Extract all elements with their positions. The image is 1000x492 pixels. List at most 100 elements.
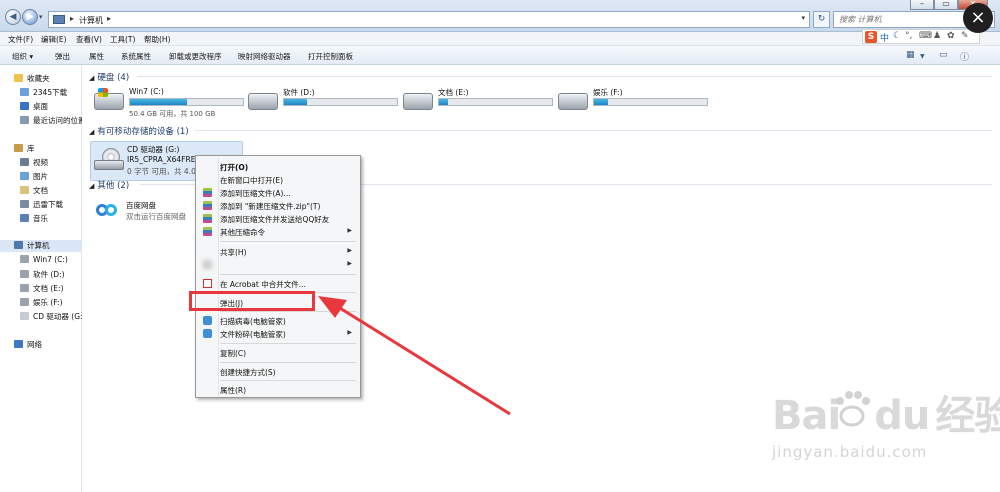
eject-button[interactable]: 弹出 <box>55 51 70 62</box>
skin-icon[interactable]: ✿ <box>947 31 955 41</box>
menu-tools[interactable]: 工具(T) <box>110 34 135 45</box>
cd-size: 0 字节 可用，共 4.02 <box>127 167 201 176</box>
group-other[interactable]: ◢ 其他 (2) <box>89 179 129 191</box>
menu-create-shortcut[interactable]: 创建快捷方式(S) <box>198 365 358 378</box>
baidu-netdisk[interactable]: 百度网盘 双击运行百度网盘 <box>96 198 206 223</box>
menu-open-new-window[interactable]: 在新窗口中打开(E) <box>198 173 358 186</box>
command-bar: 组织 ▾ 弹出 属性 系统属性 卸载或更改程序 映射网络驱动器 打开控制面板 ▦… <box>0 46 1000 65</box>
menu-separator <box>220 311 356 312</box>
maximize-button[interactable]: ▭ <box>934 0 958 10</box>
view-options-icon[interactable]: ▦ <box>906 50 915 60</box>
address-dropdown-icon[interactable]: ▾ <box>801 14 805 22</box>
nav-item-f[interactable]: 娱乐 (F:) <box>20 297 63 309</box>
menu-separator <box>220 343 356 344</box>
ime-toolbar[interactable]: S 中 ☾ °, ⌨ ♟ ✿ ✎ <box>862 29 980 44</box>
keyboard-icon[interactable]: ⌨ <box>919 31 932 41</box>
drive-usage-fill <box>594 99 608 105</box>
ime-mode[interactable]: 中 <box>880 31 889 44</box>
uninstall-button[interactable]: 卸载或更改程序 <box>169 51 222 62</box>
preview-pane-icon[interactable]: ▭ <box>939 50 948 60</box>
pictures-icon <box>20 172 29 180</box>
submenu-arrow-icon: ▶ <box>347 227 352 234</box>
group-divider <box>137 76 992 77</box>
nav-item-music[interactable]: 音乐 <box>20 213 48 225</box>
wrench-icon[interactable]: ✎ <box>961 31 969 41</box>
nav-network[interactable]: 网络 <box>14 339 42 351</box>
nav-item-c[interactable]: Win7 (C:) <box>20 255 68 267</box>
punctuation-icon[interactable]: °, <box>905 31 912 41</box>
cd-drive-icon <box>94 148 124 170</box>
moon-icon[interactable]: ☾ <box>893 31 901 41</box>
user-icon[interactable]: ♟ <box>933 31 941 41</box>
nav-item-thunder[interactable]: 迅雷下载 <box>20 199 63 211</box>
system-properties-button[interactable]: 系统属性 <box>121 51 151 62</box>
organize-button[interactable]: 组织 ▾ <box>12 51 33 62</box>
chevron-right-icon[interactable]: ▸ <box>107 14 111 23</box>
menu-add-send-qq[interactable]: 添加到压缩文件并发送给QQ好友 <box>198 212 358 225</box>
nav-item-2345[interactable]: 2345下载 <box>20 87 67 99</box>
menu-blurred-item[interactable]: ▶ <box>198 258 358 271</box>
group-hard-disks[interactable]: ◢ 硬盘 (4) <box>89 71 129 83</box>
baidu-netdisk-icon <box>96 200 118 218</box>
collapse-icon[interactable]: ◢ <box>89 128 94 136</box>
menu-share[interactable]: 共享(H) ▶ <box>198 245 358 258</box>
drive-f[interactable]: 娱乐 (F:) <box>558 87 718 127</box>
highlight-box <box>189 291 315 311</box>
drive-e[interactable]: 文档 (E:) <box>403 87 563 127</box>
chevron-down-icon[interactable]: ▼ <box>920 53 925 60</box>
control-panel-button[interactable]: 打开控制面板 <box>308 51 353 62</box>
nav-item-documents[interactable]: 文档 <box>20 185 48 197</box>
breadcrumb-computer[interactable]: 计算机 <box>79 15 103 26</box>
nav-item-recent[interactable]: 最近访问的位置 <box>20 115 86 127</box>
submenu-arrow-icon: ▶ <box>347 329 352 336</box>
menu-copy[interactable]: 复制(C) <box>198 346 358 359</box>
map-drive-button[interactable]: 映射网络驱动器 <box>238 51 291 62</box>
menu-help[interactable]: 帮助(H) <box>144 34 171 45</box>
menu-other-compress[interactable]: 其他压缩命令 ▶ <box>198 225 358 238</box>
drive-usage-fill <box>439 99 449 105</box>
paw-icon <box>836 391 870 427</box>
menu-file[interactable]: 文件(F) <box>8 34 33 45</box>
group-removable[interactable]: ◢ 有可移动存储的设备 (1) <box>89 125 189 137</box>
back-button[interactable]: ◀ <box>5 9 21 25</box>
drive-usage-fill <box>130 99 187 105</box>
minimize-button[interactable]: – <box>910 0 934 10</box>
menu-separator <box>220 362 356 363</box>
recent-pages-dropdown[interactable]: ▾ <box>39 13 43 21</box>
drive-d[interactable]: 软件 (D:) <box>248 87 408 127</box>
drive-c[interactable]: Win7 (C:) 50.4 GB 可用，共 100 GB <box>94 87 254 127</box>
collapse-icon[interactable]: ◢ <box>89 182 94 190</box>
menu-file-shred[interactable]: 文件粉碎(电脑管家) ▶ <box>198 327 358 340</box>
nav-computer[interactable]: 计算机 <box>0 240 81 252</box>
forward-button[interactable]: ▶ <box>22 9 38 25</box>
help-icon[interactable]: ⓘ <box>960 50 969 63</box>
menu-view[interactable]: 查看(V) <box>76 34 102 45</box>
cd-drive-name: CD 驱动器 (G:) <box>127 145 180 154</box>
menu-edit[interactable]: 编辑(E) <box>41 34 67 45</box>
drive-icon <box>248 93 278 110</box>
collapse-icon[interactable]: ◢ <box>89 74 94 82</box>
refresh-button[interactable]: ↻ <box>813 11 830 28</box>
nav-item-desktop[interactable]: 桌面 <box>20 101 48 113</box>
properties-button[interactable]: 属性 <box>89 51 104 62</box>
menu-add-archive[interactable]: 添加到压缩文件(A)... <box>198 186 358 199</box>
menu-scan-virus[interactable]: 扫描病毒(电脑管家) <box>198 314 358 327</box>
nav-library[interactable]: 库 <box>14 143 35 155</box>
nav-item-g[interactable]: CD 驱动器 (G: <box>20 311 83 323</box>
address-bar[interactable]: ▸ 计算机 ▸ ▾ <box>48 11 810 28</box>
search-input[interactable] <box>834 12 974 27</box>
menu-properties[interactable]: 属性(R) <box>198 383 358 396</box>
menu-add-zip[interactable]: 添加到 "新建压缩文件.zip"(T) <box>198 199 358 212</box>
drive-name: 软件 (D:) <box>283 88 315 97</box>
nav-item-e[interactable]: 文档 (E:) <box>20 283 64 295</box>
menu-acrobat-merge[interactable]: 在 Acrobat 中合并文件... <box>198 277 358 290</box>
nav-favorites[interactable]: 收藏夹 <box>14 73 50 85</box>
nav-item-pictures[interactable]: 图片 <box>20 171 48 183</box>
viewer-close-button[interactable]: × <box>963 3 993 33</box>
blurred-icon <box>203 260 212 269</box>
nav-item-d[interactable]: 软件 (D:) <box>20 269 65 281</box>
menu-open[interactable]: 打开(O) <box>198 160 358 173</box>
chevron-right-icon[interactable]: ▸ <box>70 14 74 23</box>
nav-item-video[interactable]: 视频 <box>20 157 48 169</box>
network-icon <box>14 340 23 348</box>
